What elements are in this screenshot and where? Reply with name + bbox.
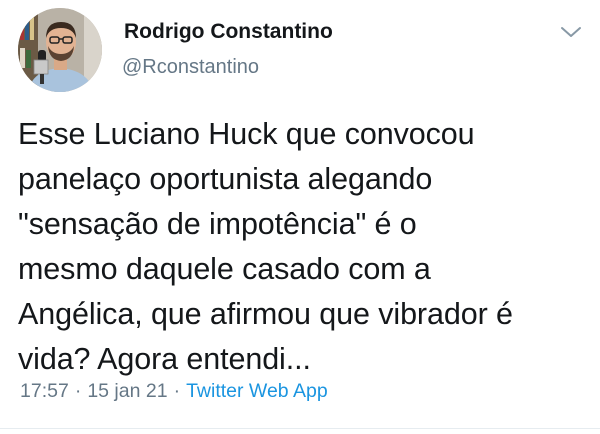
author-display-name[interactable]: Rodrigo Constantino [124, 20, 333, 44]
chevron-down-icon[interactable] [558, 22, 584, 42]
tweet-time[interactable]: 17:57 [20, 380, 69, 402]
meta-separator: · [173, 380, 181, 402]
tweet-meta: 17:57 · 15 jan 21 · Twitter Web App [20, 380, 328, 403]
author-avatar[interactable] [18, 8, 102, 92]
person-with-microphone-avatar-icon [18, 8, 102, 92]
tweet-date[interactable]: 15 jan 21 [87, 380, 167, 402]
meta-separator: · [74, 380, 82, 402]
tweet-card: Rodrigo Constantino @Rconstantino Esse L… [0, 0, 600, 434]
tweet-text: Esse Luciano Huck que convocou panelaço … [18, 117, 513, 376]
author-handle[interactable]: @Rconstantino [122, 56, 259, 79]
tweet-source-link[interactable]: Twitter Web App [186, 380, 328, 402]
divider [0, 428, 600, 429]
